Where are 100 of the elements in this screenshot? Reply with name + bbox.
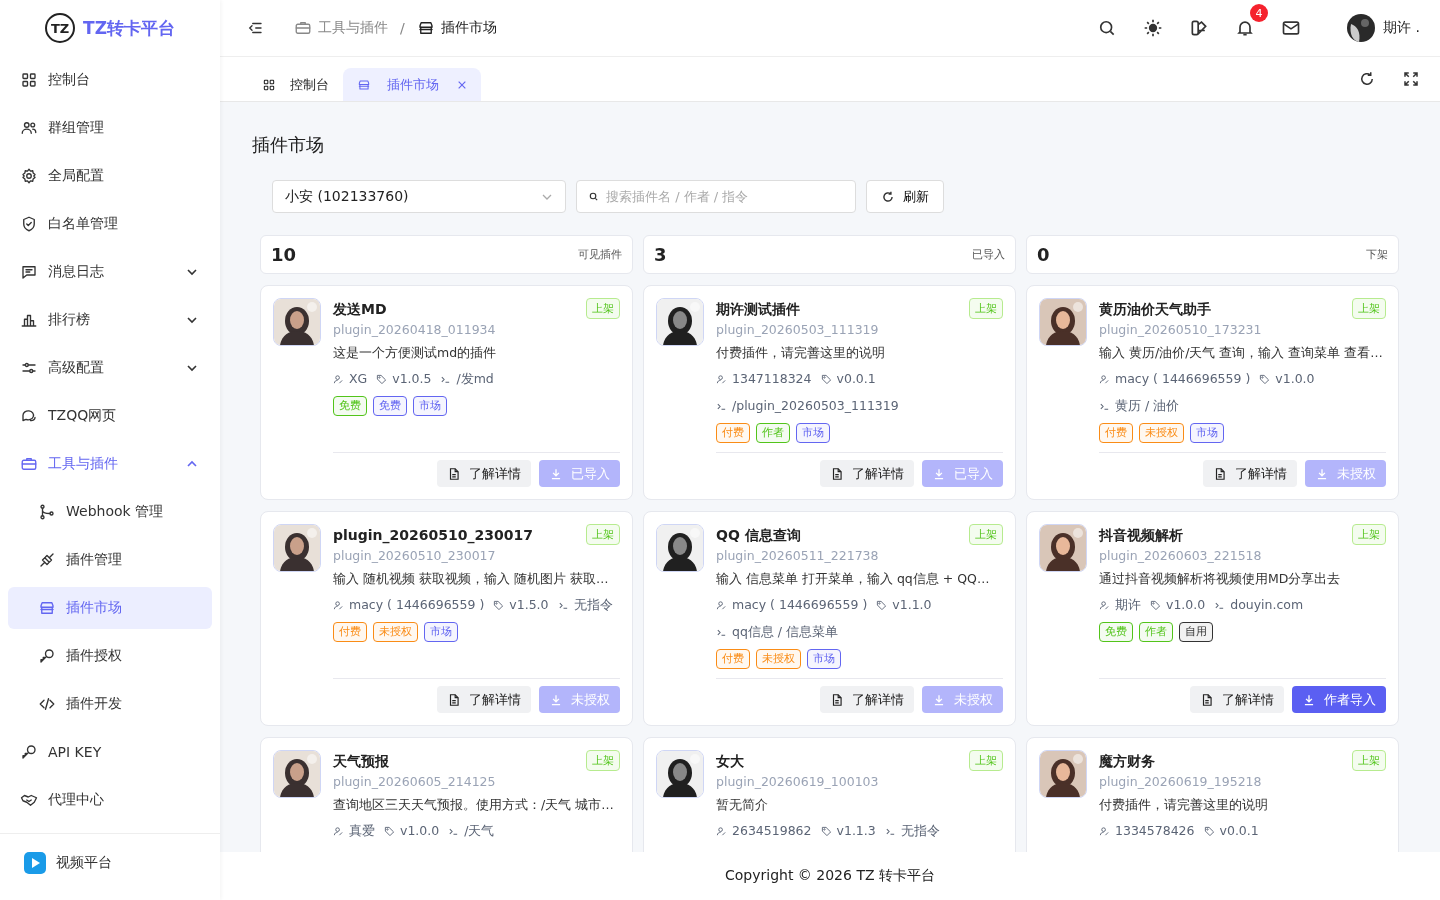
tag: 付费 [716,423,750,443]
plugin-name: 期许测试插件 [716,300,800,319]
plug-icon [38,551,56,569]
status-tag: 上架 [969,298,1003,319]
user-name[interactable]: 期许 . [1383,19,1420,37]
download-icon [1302,692,1316,707]
plugin-id: plugin_20260603_221518 [1099,547,1263,565]
tag-icon [820,825,832,837]
plugin-description: 查询地区三天天气预报。使用方式：/天气 城市… [333,796,615,814]
tag: 未授权 [373,622,418,642]
sidebar-item[interactable]: 消息日志 [8,251,212,293]
breadcrumb-link[interactable]: 工具与插件 [294,19,388,37]
grid-icon [20,71,38,89]
sidebar-item[interactable]: 插件授权 [8,635,212,677]
sidebar-item[interactable]: 白名单管理 [8,203,212,245]
download-icon [549,692,563,707]
sidebar-item[interactable]: Webhook 管理 [8,491,212,533]
status-tag: 上架 [1352,524,1386,545]
key-icon [38,647,56,665]
play-icon [24,852,46,874]
tag: 作者 [756,423,790,443]
author-name: 1334578426 [1115,822,1195,840]
tag: 免费 [1099,622,1133,642]
sidebar-item[interactable]: 视频平台 [8,842,212,884]
stat-caption: 下架 [1366,247,1388,262]
tag-icon [376,373,388,385]
page-title: 插件市场 [252,134,325,156]
sidebar-item[interactable]: 插件开发 [8,683,212,725]
sidebar-item[interactable]: 高级配置 [8,347,212,389]
stat-count: 3 [654,244,667,265]
sidebar-item[interactable]: TZQQ网页 [8,395,212,437]
sidebar-item[interactable]: 排行榜 [8,299,212,341]
details-button[interactable]: 了解详情 [437,686,531,713]
sidebar-item[interactable]: 群组管理 [8,107,212,149]
command-text: 无指令 [573,596,613,614]
tag: 付费 [716,649,750,669]
sidebar-item[interactable]: 全局配置 [8,155,212,197]
breadcrumb-link[interactable]: 插件市场 [416,19,497,37]
mail-icon[interactable] [1281,18,1302,38]
details-button[interactable]: 了解详情 [1190,686,1284,713]
tab[interactable]: 控制台 [248,68,343,101]
command-text: douyin.com [1230,596,1304,614]
sidebar-item[interactable]: 插件管理 [8,539,212,581]
sidebar-item[interactable]: 插件市场 [8,587,212,629]
command-text: 黄历 / 油价 [1115,397,1180,415]
plugin-name: 发送MD [333,300,387,319]
sidebar-item[interactable]: 工具与插件 [8,443,212,485]
status-tag: 上架 [586,524,620,545]
chat-icon [20,263,38,281]
details-button[interactable]: 了解详情 [1203,460,1297,487]
plugin-id: plugin_20260619_195218 [1099,773,1263,791]
briefcase-icon [20,455,38,473]
bell-icon[interactable] [1235,18,1256,38]
plugin-description: 通过抖音视频解析将视频使用MD分享出去 [1099,570,1342,588]
details-button[interactable]: 了解详情 [437,460,531,487]
details-button[interactable]: 了解详情 [820,460,914,487]
plugin-id: plugin_20260605_214125 [333,773,497,791]
copyright-text: Copyright © 2026 TZ 转卡平台 [725,867,935,885]
bot-select[interactable]: 小安 (102133760) [272,180,566,213]
search-field[interactable]: 搜索插件名 / 作者 / 指令 [576,180,856,213]
user-avatar[interactable] [1347,14,1376,42]
version-text: v1.0.0 [1275,370,1315,388]
close-icon[interactable] [457,79,467,90]
plugin-description: 输入 黄历/油价/天气 查询，输入 查询菜单 查看… [1099,344,1384,362]
plugin-id: plugin_20260503_111319 [716,321,880,339]
details-button[interactable]: 了解详情 [820,686,914,713]
sidebar-item[interactable]: 控制台 [8,59,212,101]
fullscreen-icon[interactable] [1402,70,1420,88]
notification-badge: 4 [1250,4,1269,22]
refresh-icon[interactable] [1358,70,1376,88]
plugin-id: plugin_20260511_221738 [716,547,880,565]
import-button[interactable]: 作者导入 [1292,686,1386,713]
tag-icon [384,825,395,837]
status-tag: 上架 [586,298,620,319]
download-icon [1315,466,1329,481]
plugin-description: 这是一个方便测试md的插件 [333,344,498,362]
download-icon [932,466,946,481]
version-text: v1.0.0 [1166,596,1206,614]
document-icon [830,692,844,707]
plugin-id: plugin_20260619_100103 [716,773,880,791]
sidebar-item[interactable]: API KEY [8,731,212,773]
plugin-name: 魔方财务 [1099,752,1155,771]
command-text: qq信息 / 信息菜单 [732,623,839,641]
plugin-description: 输入 随机视频 获取视频，输入 随机图片 获取… [333,570,610,588]
author-name: 1347118324 [732,370,812,388]
status-tag: 上架 [1352,298,1386,319]
sun-icon[interactable] [1143,18,1164,38]
version-text: v1.0.5 [392,370,432,388]
tag-icon [820,373,832,385]
palette-icon[interactable] [1189,18,1210,38]
command-text: /天气 [464,822,495,840]
refresh-button[interactable]: 刷新 [866,180,944,213]
author-name: 2634519862 [732,822,812,840]
tag: 市场 [424,622,458,642]
document-icon [830,466,844,481]
author-name: macy ( 1446696559 ) [1115,370,1251,388]
author-name: XG [349,370,368,388]
download-icon [549,466,563,481]
tab[interactable]: 插件市场 [343,68,481,101]
sidebar-item[interactable]: 代理中心 [8,779,212,821]
